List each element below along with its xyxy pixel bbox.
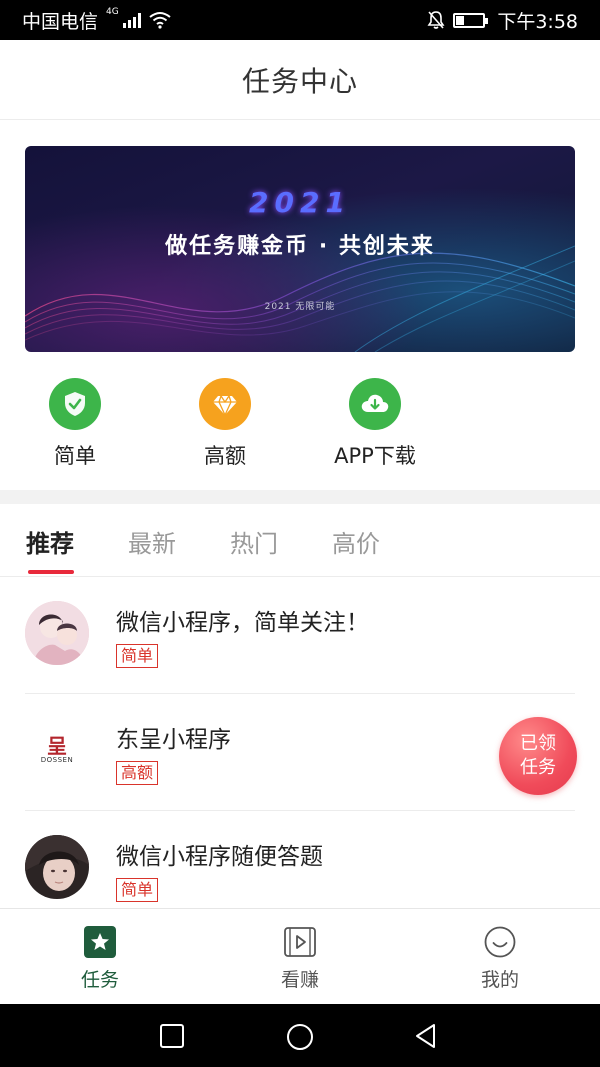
claimed-tasks-button[interactable]: 已领 任务 <box>499 717 577 795</box>
shortcut-label: APP下载 <box>334 444 416 468</box>
tab-hot[interactable]: 热门 <box>230 524 278 559</box>
task-tag: 高额 <box>116 761 159 785</box>
nav-label: 看赚 <box>280 969 319 991</box>
task-title: 微信小程序，简单关注！ <box>116 610 369 636</box>
smile-icon <box>484 926 516 958</box>
tab-high-price[interactable]: 高价 <box>332 524 380 559</box>
home-icon[interactable] <box>285 1022 315 1052</box>
battery-icon <box>453 12 489 28</box>
logo-mark: 呈 <box>47 734 67 758</box>
back-icon[interactable] <box>412 1022 440 1050</box>
task-tabs: 推荐 最新 热门 高价 <box>0 504 600 577</box>
cloud-download-icon <box>349 378 401 430</box>
shield-check-icon <box>49 378 101 430</box>
nav-tasks[interactable]: 任务 <box>40 925 160 992</box>
tab-latest[interactable]: 最新 <box>128 524 176 559</box>
recent-apps-icon[interactable] <box>158 1022 186 1050</box>
wifi-icon <box>149 12 171 29</box>
banner-year: 2021 <box>249 186 351 219</box>
nav-label: 我的 <box>480 969 519 991</box>
task-title: 东呈小程序 <box>116 727 231 753</box>
task-star-icon <box>84 926 116 958</box>
shortcut-app-download[interactable]: APP下载 <box>315 378 435 470</box>
tab-recommended[interactable]: 推荐 <box>26 524 74 559</box>
task-tag: 简单 <box>116 878 159 902</box>
carrier-name: 中国电信 <box>22 10 99 33</box>
shortcut-simple[interactable]: 简单 <box>15 378 135 470</box>
signal-icon <box>122 12 141 28</box>
banner-slogan: 做任务赚金币 · 共创未来 <box>165 234 435 259</box>
banner-subtitle: 2021 无限可能 <box>264 302 336 312</box>
task-tag: 简单 <box>116 644 159 668</box>
page-title: 任务中心 <box>241 64 358 98</box>
section-divider <box>0 490 600 504</box>
promo-banner[interactable]: 2021 做任务赚金币 · 共创未来 2021 无限可能 <box>25 146 575 352</box>
claimed-label-line1: 已领 <box>520 733 556 754</box>
bottom-nav: 任务 看赚 我的 <box>0 908 600 1004</box>
nav-profile[interactable]: 我的 <box>440 925 560 992</box>
list-item[interactable]: 微信小程序，简单关注！ 简单 <box>0 577 600 694</box>
nav-watch-earn[interactable]: 看赚 <box>240 925 360 992</box>
shortcut-high-value[interactable]: 高额 <box>165 378 285 470</box>
logo-caption: DOSSEN <box>40 756 74 764</box>
diamond-icon <box>199 378 251 430</box>
shortcut-label: 高额 <box>204 444 246 468</box>
category-shortcuts: 简单 高额 APP下载 <box>0 378 600 478</box>
task-title: 微信小程序随便答题 <box>116 844 323 870</box>
claimed-label-line2: 任务 <box>520 757 556 778</box>
photo-avatar <box>25 835 89 899</box>
app-header: 任务中心 <box>0 40 600 120</box>
shortcut-label: 简单 <box>54 444 96 468</box>
active-tab-indicator <box>28 570 74 574</box>
network-type: 4G <box>106 6 119 17</box>
status-bar: 中国电信 4G 下午3:58 <box>0 0 600 40</box>
nav-label: 任务 <box>80 969 119 991</box>
dossen-logo: 呈 DOSSEN <box>25 718 89 782</box>
mute-icon <box>427 11 445 29</box>
system-nav-bar <box>0 1004 600 1067</box>
illustration-avatar <box>25 601 89 665</box>
status-time: 下午3:58 <box>497 10 578 33</box>
video-play-icon <box>284 927 316 957</box>
